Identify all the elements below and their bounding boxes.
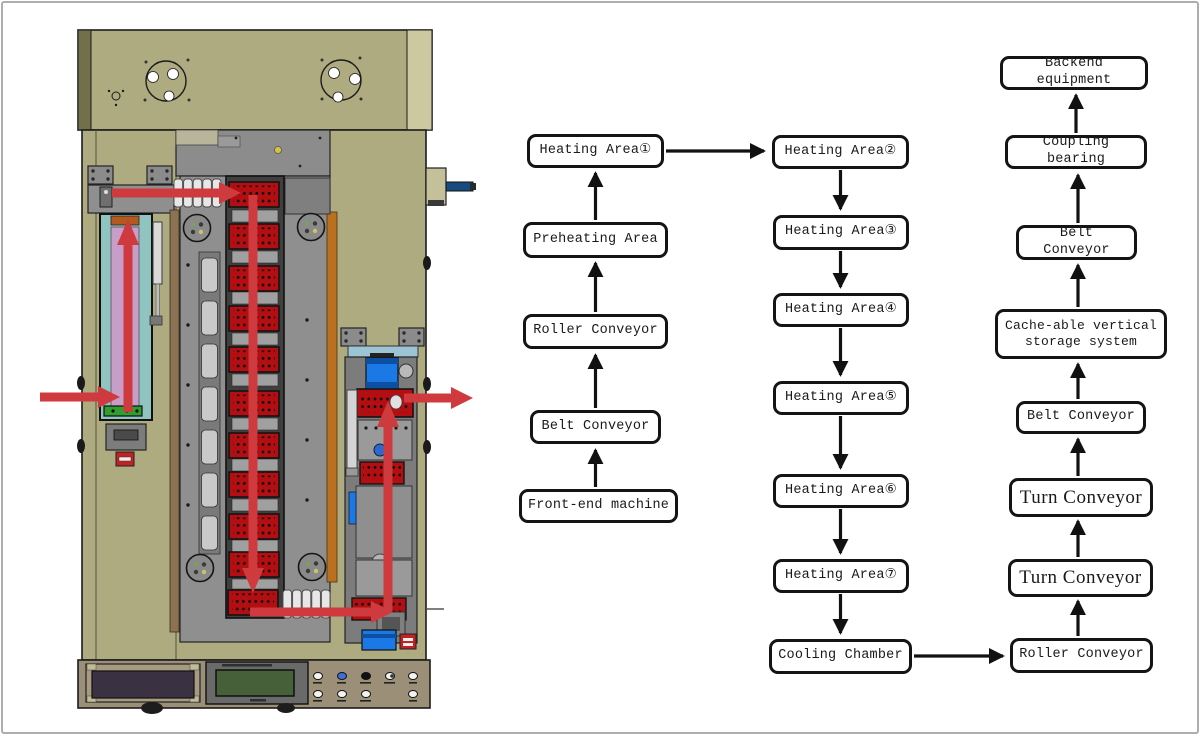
flow-box-heating-area-2: Heating Area② <box>772 135 909 169</box>
flow-box-belt-conveyor-mid-right: Belt Conveyor <box>1016 401 1146 434</box>
display-left <box>86 664 200 702</box>
foot <box>141 702 163 714</box>
left-brown-rail <box>170 210 179 632</box>
machine-drawing <box>40 30 476 714</box>
flow-box-turn-conveyor-upper: Turn Conveyor <box>1009 478 1153 517</box>
flow-box-heating-area-3: Heating Area③ <box>773 215 909 250</box>
flow-box-heating-area-4: Heating Area④ <box>773 293 909 327</box>
foot <box>277 703 295 713</box>
side-cylinder <box>426 168 476 206</box>
flow-box-roller-conveyor-left: Roller Conveyor <box>523 314 668 349</box>
flow-box-belt-conveyor-left: Belt Conveyor <box>530 410 661 444</box>
indicator-dot <box>275 147 282 154</box>
machine-top-panel <box>78 30 432 130</box>
flow-box-heating-area-1: Heating Area① <box>527 134 664 168</box>
flow-box-heating-area-7: Heating Area⑦ <box>773 559 909 593</box>
control-panel-base <box>78 660 430 714</box>
flow-box-preheating-area: Preheating Area <box>523 222 668 258</box>
flow-box-belt-conveyor-top-right: Belt Conveyor <box>1016 225 1137 260</box>
transfer-block-mid <box>360 462 404 484</box>
flow-box-heating-area-6: Heating Area⑥ <box>773 474 909 508</box>
flow-box-cache-storage: Cache-able vertical storage system <box>995 309 1167 359</box>
lcd-screen <box>206 662 308 704</box>
flow-box-cooling-chamber: Cooling Chamber <box>769 639 912 674</box>
lift-rod <box>347 390 357 472</box>
machine-and-arrows-canvas <box>0 0 1200 735</box>
flow-box-heating-area-5: Heating Area⑤ <box>773 381 909 415</box>
flow-box-roller-conveyor-right: Roller Conveyor <box>1010 638 1153 673</box>
flow-box-front-end-machine: Front-end machine <box>519 489 678 523</box>
slot-column <box>202 258 218 550</box>
belt-rail-orange <box>327 212 337 582</box>
flow-box-backend-equipment: Backend equipment <box>1000 56 1148 90</box>
diagram-page: Heating Area① Preheating Area Roller Con… <box>0 0 1200 735</box>
flow-box-turn-conveyor-lower: Turn Conveyor <box>1008 559 1153 597</box>
motor-bottom <box>362 630 396 650</box>
flow-box-coupling-bearing: Coupling bearing <box>1005 135 1147 169</box>
gas-spring <box>153 222 162 284</box>
